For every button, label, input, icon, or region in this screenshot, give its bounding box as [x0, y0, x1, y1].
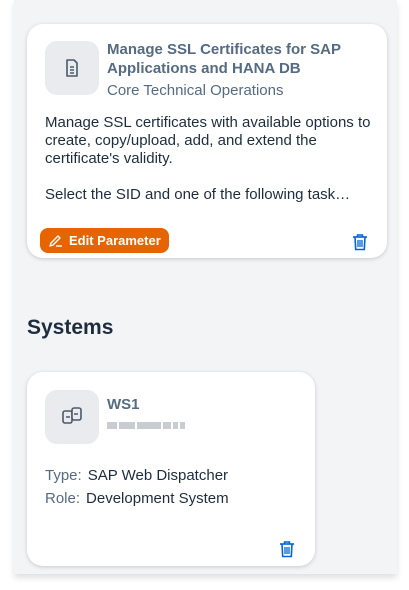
task-description: Manage SSL certificates with available o…: [45, 114, 375, 204]
system-icon-container: [45, 390, 99, 444]
trash-icon: [280, 541, 294, 558]
task-card[interactable]: Manage SSL Certificates for SAP Applicat…: [27, 24, 387, 258]
system-name[interactable]: WS1: [107, 396, 140, 413]
task-description-text: Manage SSL certificates with available o…: [45, 114, 371, 167]
system-role-row: Role: Development System: [45, 490, 229, 508]
system-type-value: SAP Web Dispatcher: [87, 467, 229, 484]
system-type-label: Type:: [45, 467, 82, 484]
task-icon-container: [45, 41, 99, 95]
task-title[interactable]: Manage SSL Certificates for SAP Applicat…: [107, 40, 375, 78]
delete-task-button[interactable]: [350, 231, 370, 253]
edit-parameter-button[interactable]: Edit Parameter: [40, 228, 169, 253]
system-card[interactable]: WS1 Type: SAP Web Dispatcher Role: Develop…: [27, 372, 315, 566]
system-role-label: Role:: [45, 490, 81, 507]
edit-icon: [49, 234, 62, 247]
system-role-value: Development System: [86, 490, 229, 507]
system-id-redacted: [107, 420, 187, 431]
system-link-icon: [62, 407, 82, 424]
system-type-row: Type: SAP Web Dispatcher: [45, 467, 228, 485]
edit-parameter-label: Edit Parameter: [69, 233, 161, 248]
systems-section-title: Systems: [27, 316, 114, 339]
document-icon: [66, 59, 78, 77]
delete-system-button[interactable]: [277, 538, 297, 560]
task-description-instruction: Select the SID and one of the following …: [45, 186, 351, 203]
trash-icon: [353, 234, 367, 251]
task-category: Core Technical Operations: [107, 82, 284, 99]
